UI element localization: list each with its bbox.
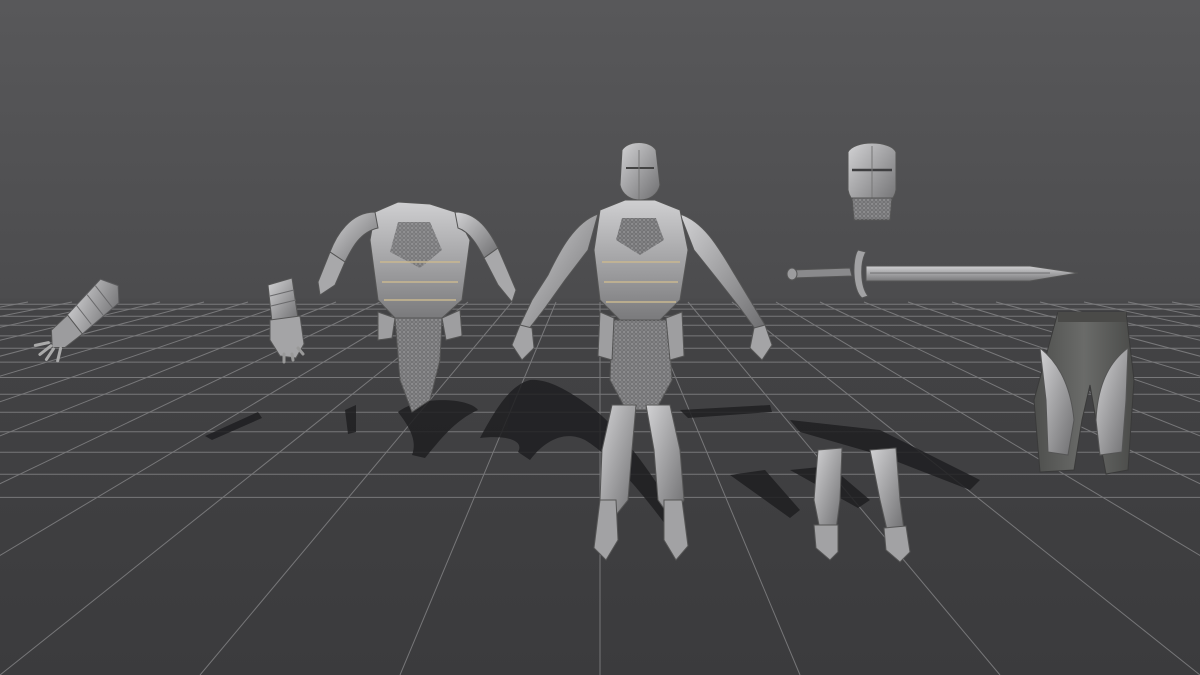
scene-render	[0, 0, 1200, 675]
great-helm	[847, 142, 897, 221]
3d-viewport[interactable]	[0, 0, 1200, 675]
